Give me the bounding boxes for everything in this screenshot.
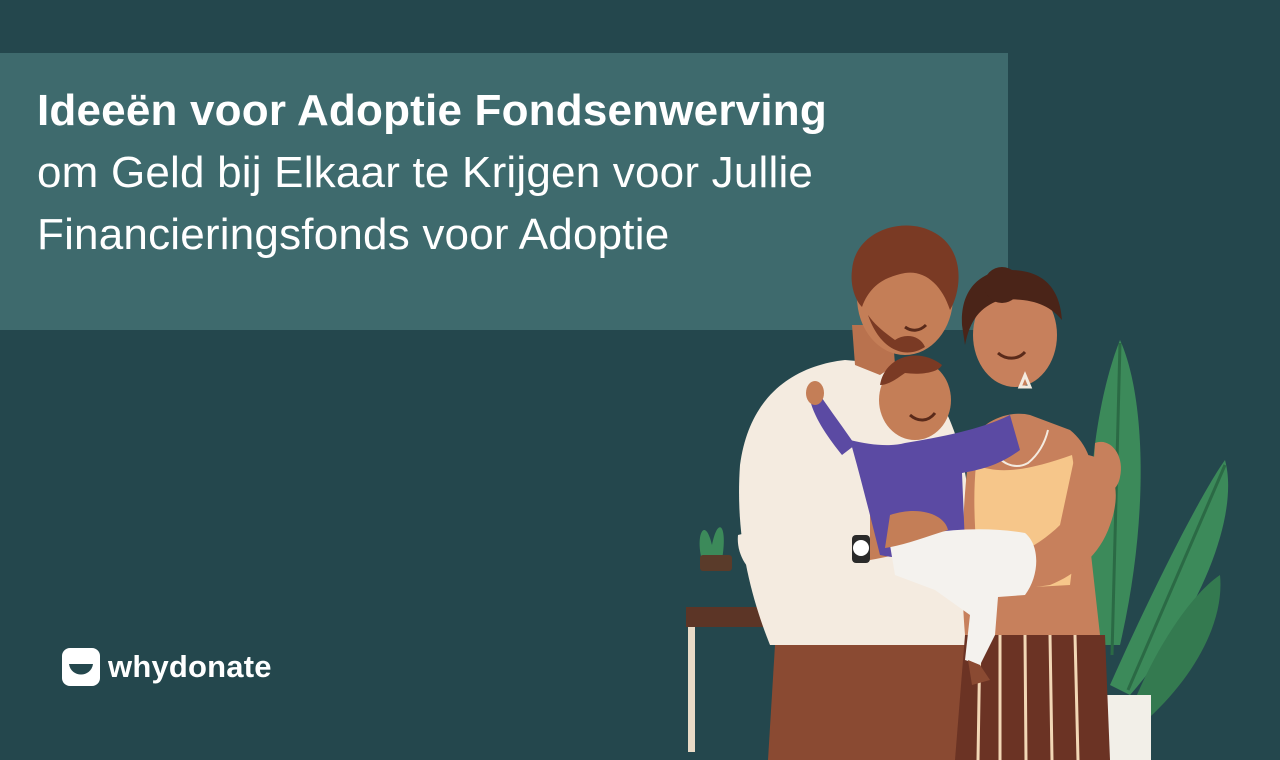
- whydonate-logo[interactable]: whydonate: [62, 647, 272, 687]
- headline-line-2: om Geld bij Elkaar te Krijgen voor Julli…: [37, 148, 814, 197]
- woman-figure: [942, 267, 1121, 760]
- brand-name: whydonate: [108, 649, 272, 684]
- headline-line-1: Ideeën voor Adoptie Fondsenwerving: [37, 86, 827, 135]
- whydonate-logo-icon: [62, 648, 100, 686]
- plant-right: [1089, 340, 1229, 760]
- family-adoption-illustration: [686, 225, 1229, 760]
